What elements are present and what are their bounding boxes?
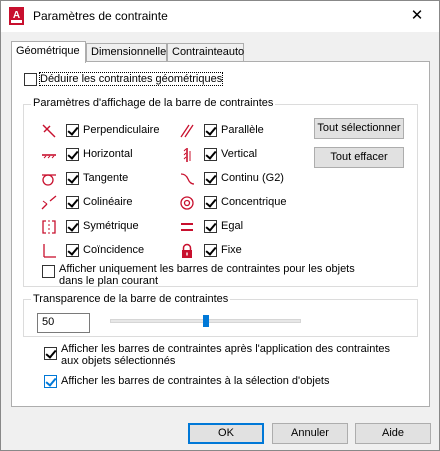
tab-dimensional[interactable]: Dimensionnelle [86,43,167,62]
smooth-icon [180,173,195,185]
current-plane-only-checkbox[interactable] [42,265,55,278]
constraint-settings-dialog: A Paramètres de contrainte ✕ Géométrique… [0,0,440,451]
current-plane-only-label-line2: dans le plan courant [59,275,159,287]
window-title: Paramètres de contrainte [33,9,168,23]
coincident-label: Coïncidence [83,244,145,256]
fix-label: Fixe [221,244,242,256]
show-after-apply-label-line1: Afficher les barres de contraintes après… [61,343,391,355]
horizontal-label: Horizontal [83,148,133,160]
collinear-label: Colinéaire [83,196,133,208]
tangent-checkbox[interactable] [66,172,79,185]
select-all-button[interactable]: Tout sélectionner [314,118,404,139]
coincident-checkbox[interactable] [66,244,79,257]
transparency-title: Transparence de la barre de contraintes [31,293,231,305]
parallel-checkbox[interactable] [204,124,217,137]
concentric-checkbox[interactable] [204,196,217,209]
cancel-button[interactable]: Annuler [272,423,348,444]
tab-autoconstrain[interactable]: Contrainteauto [167,43,244,62]
equal-checkbox[interactable] [204,220,217,233]
show-on-select-label: Afficher les barres de contraintes à la … [61,375,330,387]
smooth-label: Continu (G2) [221,172,284,184]
symmetric-checkbox[interactable] [66,220,79,233]
horizontal-icon [42,154,56,159]
vertical-checkbox[interactable] [204,148,217,161]
show-after-apply-checkbox[interactable] [44,347,57,360]
svg-text:A: A [13,10,20,21]
perpendicular-checkbox[interactable] [66,124,79,137]
infer-constraints-label[interactable]: Déduire les contraintes géométriques [38,72,224,86]
tangent-icon [42,174,56,186]
concentric-label: Concentrique [221,196,287,208]
tab-label: Contrainteauto [172,46,245,58]
infer-constraints-checkbox[interactable] [24,73,37,86]
concentric-icon [180,196,194,210]
show-after-apply-label-line2: aux objets sélectionnés [61,355,176,367]
transparency-input[interactable]: 50 [37,313,90,333]
current-plane-only-label-line1: Afficher uniquement les barres de contra… [59,263,355,275]
fix-checkbox[interactable] [204,244,217,257]
perpendicular-label: Perpendiculaire [83,124,160,136]
symmetric-icon [42,220,56,234]
coincident-icon [43,244,56,258]
lock-icon [182,243,192,258]
equal-label: Egal [221,220,244,232]
vertical-label: Vertical [221,148,258,160]
close-icon[interactable]: ✕ [409,8,425,24]
help-button[interactable]: Aide [355,423,431,444]
vertical-icon [183,148,191,162]
tab-label: Dimensionnelle [91,46,167,58]
smooth-checkbox[interactable] [204,172,217,185]
show-on-select-checkbox[interactable] [44,375,57,388]
horizontal-checkbox[interactable] [66,148,79,161]
parallel-label: Parallèle [221,124,264,136]
collinear-checkbox[interactable] [66,196,79,209]
perpendicular-icon [42,124,56,138]
tab-label: Géométrique [16,45,80,57]
equal-icon [181,223,193,231]
collinear-icon [41,195,57,210]
transparency-slider-thumb[interactable] [202,315,209,327]
autocad-app-icon: A [9,7,24,25]
display-settings-title: Paramètres d'affichage de la barre de co… [31,97,276,109]
tab-geometric[interactable]: Géométrique [11,41,86,63]
tangent-label: Tangente [83,172,129,184]
title-bar: A Paramètres de contrainte ✕ [1,1,439,32]
parallel-icon [180,124,194,138]
symmetric-label: Symétrique [83,220,139,232]
ok-button[interactable]: OK [188,423,264,444]
clear-all-button[interactable]: Tout effacer [314,147,404,168]
